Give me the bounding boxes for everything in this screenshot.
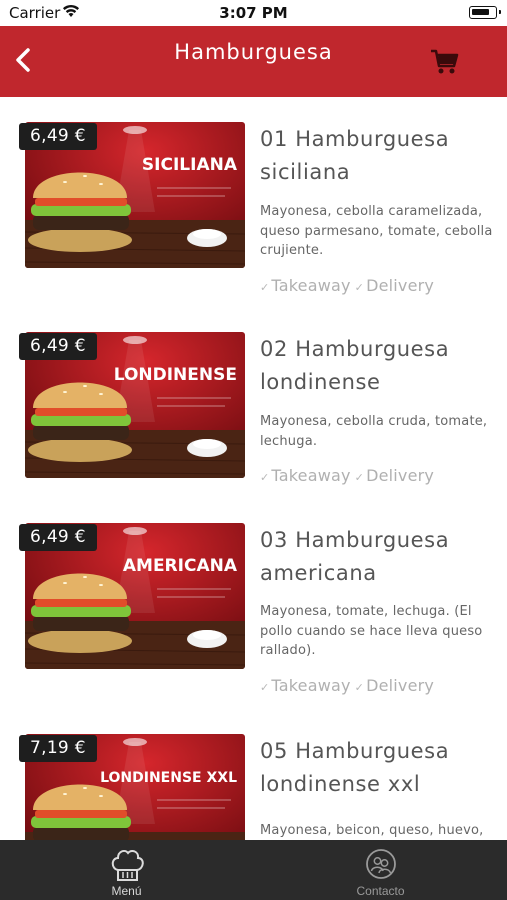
service-tags: ✓ Takeaway ✓ Delivery (260, 466, 438, 485)
product-title[interactable]: 05 Hamburguesa londinense xxl (260, 735, 495, 801)
product-description: Mayonesa, cebolla cruda, tomate, lechuga… (260, 414, 488, 449)
service-tag: Takeaway (271, 676, 351, 695)
shopping-cart-icon[interactable] (429, 46, 459, 76)
product-image-label: LONDINENSE (114, 365, 237, 385)
tab-contact-label: Contacto (356, 884, 405, 898)
product-description: Mayonesa, tomate, lechuga. (El pollo cua… (260, 604, 483, 658)
menu-list[interactable]: SICILIANA 6,49 € 01 Hamburguesa siciliana M… (0, 97, 507, 840)
check-icon: ✓ (260, 281, 270, 294)
product-image-label: AMERICANA (123, 556, 238, 576)
service-tag: Delivery (366, 676, 435, 695)
tab-contact[interactable]: Contacto (254, 840, 507, 900)
app-header: Hamburguesa (0, 26, 507, 97)
menu-item[interactable]: AMERICANA 6,49 € 03 Hamburguesa americana M… (0, 498, 507, 708)
product-description: Mayonesa, cebolla caramelizada, queso pa… (260, 204, 493, 258)
tab-menu-label: Menú (111, 884, 142, 898)
product-title[interactable]: 03 Hamburguesa americana (260, 524, 495, 590)
price-badge: 6,49 € (19, 524, 97, 551)
product-title[interactable]: 02 Hamburguesa londinense (260, 333, 495, 399)
tab-bar: Menú Contacto (0, 840, 507, 900)
service-tag: Takeaway (271, 276, 351, 295)
chef-hat-icon (111, 849, 144, 881)
tab-menu[interactable]: Menú (0, 840, 253, 900)
check-icon: ✓ (354, 681, 365, 694)
check-icon: ✓ (354, 281, 365, 294)
product-image-label: LONDINENSE XXL (100, 770, 237, 786)
service-tags: ✓ Takeaway ✓ Delivery (260, 276, 438, 295)
product-title[interactable]: 01 Hamburguesa siciliana (260, 123, 495, 189)
contact-people-icon (365, 849, 396, 879)
battery-icon (469, 6, 501, 19)
status-bar: Carrier 3:07 PM (0, 0, 507, 26)
check-icon: ✓ (260, 681, 270, 694)
menu-item[interactable]: LONDINENSE XXL 7,19 € 05 Hamburguesa londi… (0, 709, 507, 840)
status-time: 3:07 PM (219, 4, 288, 22)
service-tag: Delivery (366, 466, 435, 485)
product-description: Mayonesa, beicon, queso, huevo, cebolla … (260, 823, 484, 838)
service-tag: Delivery (366, 276, 435, 295)
service-tags: ✓ Takeaway ✓ Delivery (260, 676, 438, 695)
check-icon: ✓ (260, 471, 270, 484)
price-badge: 7,19 € (19, 735, 97, 762)
menu-item[interactable]: SICILIANA 6,49 € 01 Hamburguesa siciliana M… (0, 97, 507, 307)
product-image-label: SICILIANA (142, 155, 238, 175)
price-badge: 6,49 € (19, 333, 97, 360)
menu-item[interactable]: LONDINENSE 6,49 € 02 Hamburguesa londinens… (0, 307, 507, 517)
price-badge: 6,49 € (19, 123, 97, 150)
service-tag: Takeaway (271, 466, 351, 485)
check-icon: ✓ (354, 471, 365, 484)
